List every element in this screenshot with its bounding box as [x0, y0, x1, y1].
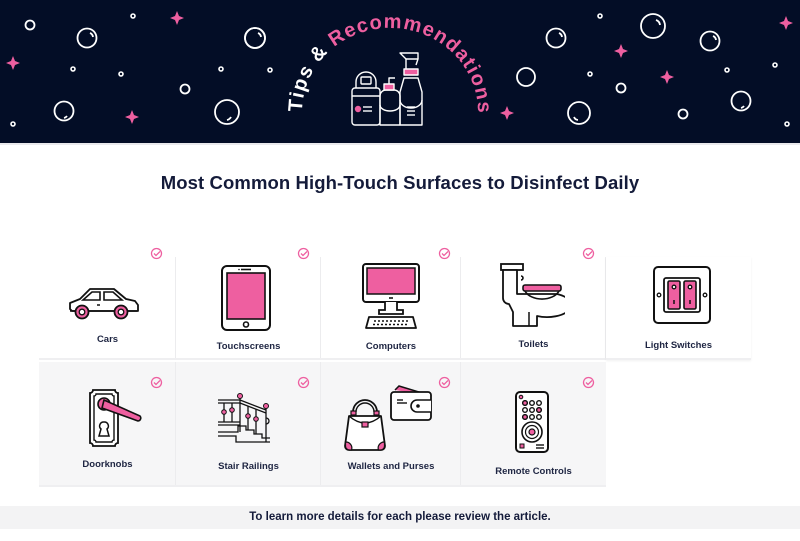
surface-card-stair-railings: Stair Railings — [176, 362, 321, 487]
surface-label: Touchscreens — [216, 341, 281, 352]
light-switch-icon — [653, 266, 711, 324]
check-circle-icon — [582, 376, 595, 389]
surface-card-toilets: Toilets — [461, 247, 606, 360]
header-banner: Tips & Recommendations — [0, 0, 800, 143]
check-circle-icon — [438, 376, 451, 389]
surface-label: Wallets and Purses — [347, 461, 435, 472]
check-circle-icon — [150, 247, 163, 260]
bubble-icon — [640, 13, 666, 39]
check-circle-icon — [438, 247, 451, 260]
sparkle-icon — [660, 70, 674, 84]
car-icon — [69, 288, 139, 320]
surface-card-wallets-and-purses: Wallets and Purses — [321, 362, 461, 487]
surface-card-touchscreens: Touchscreens — [176, 247, 321, 360]
bubble-icon — [567, 101, 591, 125]
surface-label: Doorknobs — [82, 459, 133, 470]
surface-label: Stair Railings — [218, 461, 279, 472]
surface-label: Computers — [365, 341, 417, 352]
sparkle-icon — [779, 16, 793, 30]
check-circle-icon — [297, 376, 310, 389]
computer-icon — [362, 263, 420, 329]
check-circle-icon — [150, 376, 163, 389]
sparkle-icon — [500, 106, 514, 120]
surface-card-cars: Cars — [39, 247, 176, 360]
surface-label: Light Switches — [644, 340, 713, 351]
toilet-icon — [500, 263, 565, 327]
surface-card-light-switches: Light Switches — [606, 257, 751, 360]
surface-card-remote-controls: Remote Controls — [461, 362, 606, 487]
bubble-icon — [545, 27, 567, 49]
tablet-icon — [221, 265, 271, 331]
banner-title: Tips & Recommendations — [285, 11, 495, 115]
sparkle-icon — [125, 110, 139, 124]
surface-label: Remote Controls — [495, 466, 572, 477]
banner-divider — [0, 143, 800, 145]
bubble-icon — [244, 27, 266, 49]
sparkle-icon — [6, 56, 20, 70]
door-handle-icon — [89, 389, 142, 447]
bubble-icon — [53, 100, 75, 122]
wallet-purse-icon — [344, 385, 432, 451]
stair-railing-icon — [218, 393, 270, 443]
bubble-icon — [214, 99, 240, 125]
sparkle-icon — [170, 11, 184, 25]
page-title: Most Common High-Touch Surfaces to Disin… — [160, 172, 640, 193]
bubble-icon — [76, 27, 98, 49]
surface-label: Cars — [96, 334, 119, 345]
bubbles-decoration: Tips & Recommendations — [6, 11, 793, 127]
surface-card-doorknobs: Doorknobs — [39, 362, 176, 487]
remote-control-icon — [515, 391, 549, 453]
sparkle-icon — [614, 44, 628, 58]
check-circle-icon — [582, 247, 595, 260]
bubble-icon — [516, 67, 536, 87]
surface-card-computers: Computers — [321, 247, 461, 360]
bubble-icon — [730, 90, 752, 112]
footer-note: To learn more details for each please re… — [0, 506, 800, 529]
bubble-icon — [699, 30, 721, 52]
surface-label: Toilets — [518, 339, 549, 350]
cleaning-bottles-icon — [351, 52, 423, 126]
check-circle-icon — [297, 247, 310, 260]
